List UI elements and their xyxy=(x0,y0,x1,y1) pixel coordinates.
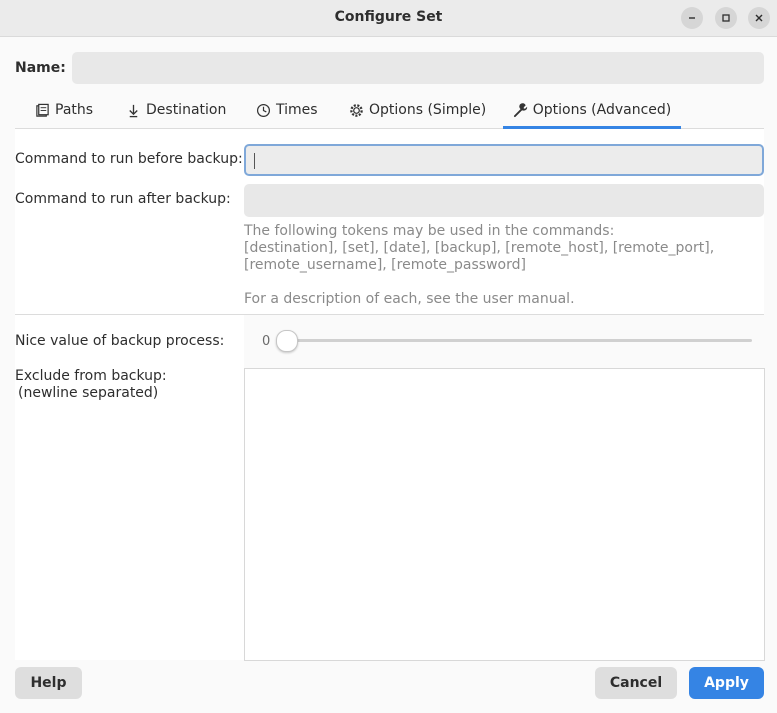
tokens-hint-line-2: [destination], [set], [date], [backup], … xyxy=(244,240,715,256)
tab-times[interactable]: Times xyxy=(256,92,336,128)
exclude-label: Exclude from backup: xyxy=(15,368,167,384)
before-command-label: Command to run before backup: xyxy=(15,151,243,167)
after-command-label: Command to run after backup: xyxy=(15,191,231,207)
exclude-textarea[interactable] xyxy=(244,368,765,661)
gear-icon xyxy=(350,103,363,117)
tab-bar: Paths Destination Times Options (Simple)… xyxy=(15,92,764,129)
window-title: Configure Set xyxy=(334,9,443,25)
tab-destination[interactable]: Destination xyxy=(126,92,238,128)
tab-destination-label: Destination xyxy=(146,102,227,118)
help-button[interactable]: Help xyxy=(15,667,82,699)
advanced-options-panel xyxy=(15,315,244,660)
tab-options-simple-label: Options (Simple) xyxy=(369,102,487,118)
download-icon xyxy=(129,104,138,117)
nice-value-label: Nice value of backup process: xyxy=(15,333,225,349)
tab-times-label: Times xyxy=(276,102,318,118)
tab-options-advanced[interactable]: Options (Advanced) xyxy=(503,92,681,129)
text-caret xyxy=(254,153,255,169)
close-button[interactable] xyxy=(748,7,770,29)
wrench-icon xyxy=(513,102,527,117)
tab-paths-label: Paths xyxy=(55,102,94,118)
nice-value-slider[interactable] xyxy=(278,339,752,342)
name-input[interactable] xyxy=(72,52,764,84)
tab-options-advanced-label: Options (Advanced) xyxy=(532,102,672,118)
maximize-button[interactable] xyxy=(715,7,737,29)
before-command-input[interactable] xyxy=(244,144,764,176)
tokens-hint-line-1: The following tokens may be used in the … xyxy=(244,223,615,239)
tokens-hint-line-3: [remote_username], [remote_password] xyxy=(244,257,526,273)
maximize-icon xyxy=(722,14,730,22)
manual-hint: For a description of each, see the user … xyxy=(244,291,575,307)
nice-value-slider-handle[interactable] xyxy=(276,330,298,352)
after-command-input[interactable] xyxy=(244,184,764,217)
nice-value-readout: 0 xyxy=(262,334,271,349)
configure-set-window: Configure Set Name: Paths Destination Ti… xyxy=(0,0,777,713)
tab-paths[interactable]: Paths xyxy=(35,92,115,128)
minimize-icon xyxy=(689,17,695,19)
minimize-button[interactable] xyxy=(681,7,703,29)
tab-options-simple[interactable]: Options (Simple) xyxy=(349,92,489,128)
close-icon xyxy=(755,14,763,22)
apply-button[interactable]: Apply xyxy=(689,667,764,699)
section-divider xyxy=(15,314,764,315)
cancel-button[interactable]: Cancel xyxy=(595,667,677,699)
exclude-sublabel: (newline separated) xyxy=(18,385,159,401)
paths-icon xyxy=(36,103,49,117)
name-label: Name: xyxy=(15,60,66,76)
clock-icon xyxy=(256,103,271,117)
title-bar: Configure Set xyxy=(0,0,777,37)
